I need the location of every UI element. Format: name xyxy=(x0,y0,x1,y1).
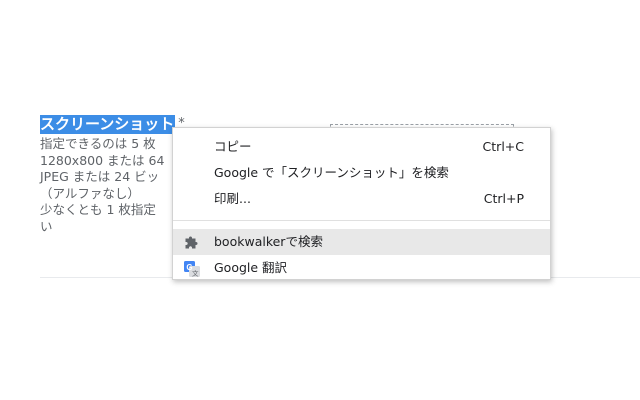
help-line: 少なくとも 1 枚指定 xyxy=(40,202,156,217)
selected-heading-text[interactable]: スクリーンショット xyxy=(40,115,176,134)
menu-separator xyxy=(173,220,550,221)
menu-item-label: Google 翻訳 xyxy=(214,260,288,275)
help-line: い xyxy=(40,218,53,234)
screenshot-field: スクリーンショット * 指定できるのは 5 枚 1280x800 または 64 J… xyxy=(40,114,190,235)
menu-item-search-google[interactable]: Google で「スクリーンショット」を検索 xyxy=(173,160,550,186)
menu-item-shortcut: Ctrl+P xyxy=(483,191,524,206)
menu-item-print[interactable]: 印刷... Ctrl+P xyxy=(173,186,550,212)
menu-item-label: bookwalkerで検索 xyxy=(214,234,323,249)
menu-item-copy[interactable]: コピー Ctrl+C xyxy=(173,134,550,160)
menu-item-shortcut: Ctrl+C xyxy=(482,139,524,154)
menu-item-google-translate[interactable]: G 文 Google 翻訳 xyxy=(173,255,550,279)
google-translate-icon: G 文 xyxy=(184,260,200,277)
svg-text:文: 文 xyxy=(192,268,199,277)
help-line: 1280x800 または 64 xyxy=(40,152,165,168)
help-line: （アルファなし） xyxy=(40,185,140,201)
help-line: 指定できるのは 5 枚 xyxy=(40,136,156,151)
field-heading: スクリーンショット * xyxy=(40,114,190,134)
menu-item-label: コピー xyxy=(214,139,252,154)
help-line: JPEG または 24 ビッ xyxy=(40,169,160,184)
page: スクリーンショット * 指定できるのは 5 枚 1280x800 または 64 J… xyxy=(0,0,640,400)
help-text: 指定できるのは 5 枚 1280x800 または 64 JPEG または 24 … xyxy=(40,136,190,235)
menu-item-bookwalker-search[interactable]: bookwalkerで検索 xyxy=(173,229,550,255)
puzzle-icon xyxy=(184,234,200,250)
menu-item-label: Google で「スクリーンショット」を検索 xyxy=(214,165,449,180)
context-menu: コピー Ctrl+C Google で「スクリーンショット」を検索 印刷... … xyxy=(172,127,551,280)
menu-item-label: 印刷... xyxy=(214,191,251,206)
